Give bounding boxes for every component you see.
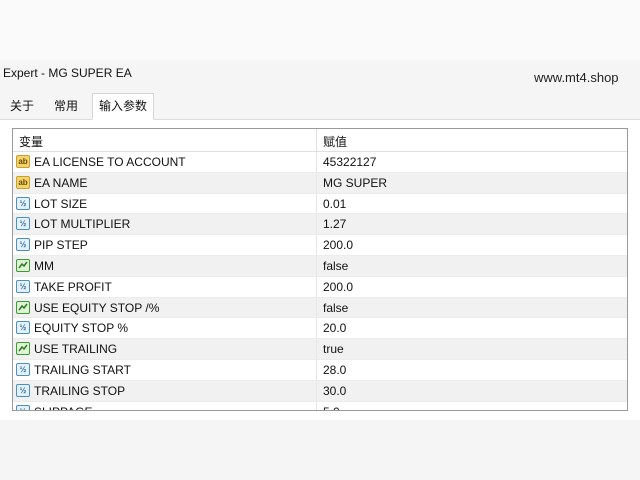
parameter-value[interactable]: false (323, 259, 348, 273)
column-divider (316, 172, 317, 193)
parameter-name: PIP STEP (34, 238, 88, 253)
parameter-name: USE EQUITY STOP /% (34, 300, 160, 315)
column-divider[interactable] (316, 129, 317, 151)
tab-common[interactable]: 常用 (48, 96, 84, 116)
column-divider (316, 214, 317, 235)
column-divider (316, 401, 317, 410)
parameter-name: TRAILING START (34, 362, 131, 377)
table-row[interactable]: ½ LOT MULTIPLIER 1.27 (13, 214, 627, 236)
table-row[interactable]: ½ TRAILING STOP 30.0 (13, 380, 627, 402)
boolean-icon (16, 300, 30, 314)
parameter-name: SLIPPAGE (34, 405, 92, 410)
table-row[interactable]: ½ TRAILING START 28.0 (13, 359, 627, 381)
number-icon: ½ (16, 238, 30, 252)
tab-bar: 关于 常用 输入参数 (0, 93, 640, 120)
boolean-icon (16, 258, 30, 272)
column-header-variable[interactable]: 变量 (19, 133, 43, 150)
number-icon: ½ (16, 383, 30, 397)
column-divider (316, 339, 317, 359)
window-title: Expert - MG SUPER EA (3, 66, 132, 80)
column-divider (316, 193, 317, 214)
parameter-name: TRAILING STOP (34, 383, 126, 398)
parameter-value[interactable]: 5.0 (323, 405, 340, 410)
table-row[interactable]: ½ SLIPPAGE 5.0 (13, 401, 627, 410)
ab-icon: ab (16, 155, 30, 168)
column-divider (316, 235, 317, 255)
boolean-icon (16, 342, 30, 356)
parameter-name: LOT MULTIPLIER (34, 217, 131, 232)
parameter-value[interactable]: 200.0 (323, 238, 353, 252)
inputs-panel: 变量 赋值 ab EA LICENSE TO ACCOUNT 45322127 ab E… (0, 120, 640, 420)
parameters-table: 变量 赋值 ab EA LICENSE TO ACCOUNT 45322127 ab E… (12, 128, 628, 411)
column-divider (316, 276, 317, 297)
table-row[interactable]: ab EA NAME MG SUPER (13, 172, 627, 194)
parameter-value[interactable]: true (323, 342, 344, 356)
table-row[interactable]: ab EA LICENSE TO ACCOUNT 45322127 (13, 152, 627, 173)
table-row[interactable]: ½ PIP STEP 200.0 (13, 235, 627, 256)
parameter-name: LOT SIZE (34, 196, 88, 211)
ab-icon: ab (16, 175, 30, 189)
parameter-name: USE TRAILING (34, 342, 118, 357)
parameter-value[interactable]: 20.0 (323, 321, 346, 335)
table-row[interactable]: USE EQUITY STOP /% false (13, 297, 627, 319)
tab-inputs[interactable]: 输入参数 (92, 93, 155, 120)
watermark: www.mt4.shop (534, 70, 619, 85)
table-body: ab EA LICENSE TO ACCOUNT 45322127 ab EA NAME… (13, 152, 627, 410)
table-row[interactable]: ½ EQUITY STOP % 20.0 (13, 318, 627, 340)
table-row[interactable]: USE TRAILING true (13, 339, 627, 360)
column-divider (316, 359, 317, 380)
top-band (0, 0, 640, 60)
parameter-value[interactable]: 28.0 (323, 363, 346, 377)
parameter-value[interactable]: 1.27 (323, 217, 346, 231)
number-icon: ½ (16, 279, 30, 293)
parameter-value[interactable]: false (323, 301, 348, 315)
parameter-name: EA NAME (34, 175, 88, 190)
parameter-name: MM (34, 258, 54, 273)
column-header-value[interactable]: 赋值 (323, 133, 347, 150)
table-row[interactable]: MM false (13, 255, 627, 277)
tab-about[interactable]: 关于 (4, 96, 40, 116)
parameter-value[interactable]: 30.0 (323, 384, 346, 398)
column-divider (316, 255, 317, 276)
table-row[interactable]: ½ TAKE PROFIT 200.0 (13, 276, 627, 298)
parameter-value[interactable]: 45322127 (323, 155, 376, 169)
table-row[interactable]: ½ LOT SIZE 0.01 (13, 193, 627, 215)
table-header: 变量 赋值 (13, 129, 627, 152)
parameter-name: EQUITY STOP % (34, 321, 129, 336)
column-divider (316, 152, 317, 172)
number-icon: ½ (16, 321, 30, 335)
number-icon: ½ (16, 404, 30, 410)
parameter-value[interactable]: MG SUPER (323, 176, 387, 190)
number-icon: ½ (16, 362, 30, 376)
column-divider (316, 380, 317, 401)
parameter-value[interactable]: 0.01 (323, 197, 346, 211)
number-icon: ½ (16, 196, 30, 210)
column-divider (316, 297, 317, 318)
column-divider (316, 318, 317, 339)
number-icon: ½ (16, 217, 30, 231)
parameter-name: EA LICENSE TO ACCOUNT (34, 155, 186, 169)
parameter-name: TAKE PROFIT (34, 279, 112, 294)
parameter-value[interactable]: 200.0 (323, 280, 353, 294)
